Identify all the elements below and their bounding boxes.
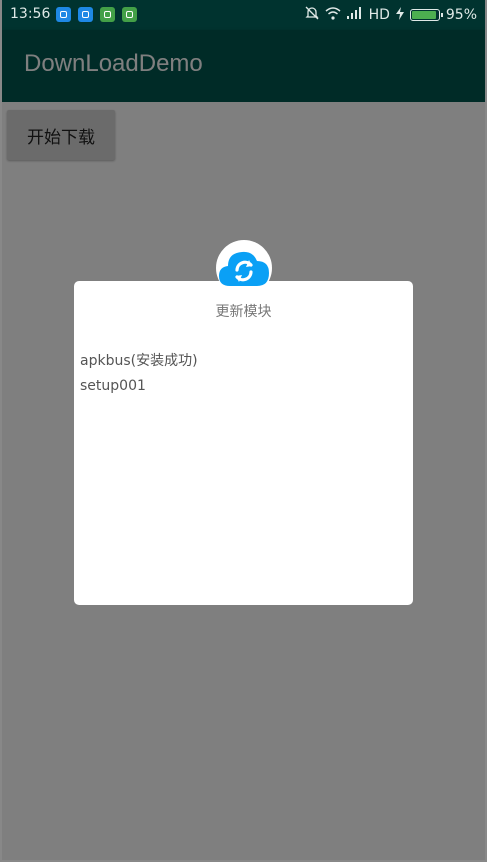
network-type: HD bbox=[368, 7, 390, 23]
list-item: apkbus(安装成功) bbox=[80, 353, 198, 369]
battery-icon bbox=[409, 9, 443, 21]
charging-icon bbox=[395, 6, 404, 24]
usb-icon bbox=[56, 7, 71, 22]
mute-icon bbox=[304, 6, 319, 24]
dialog-title: 更新模块 bbox=[215, 304, 272, 320]
list-item: setup001 bbox=[80, 378, 146, 394]
wifi-icon bbox=[325, 6, 341, 24]
update-dialog: 更新模块 apkbus(安装成功) setup001 bbox=[74, 281, 413, 605]
notification-icons bbox=[56, 7, 137, 22]
app-icon bbox=[78, 7, 93, 22]
status-time: 13:56 bbox=[10, 6, 51, 22]
dialog-list: apkbus(安装成功) setup001 bbox=[80, 349, 198, 399]
signal-icon bbox=[346, 7, 363, 23]
android-icon bbox=[122, 7, 137, 22]
phone-screen: 13:56 HD 95% DownLoadDemo bbox=[2, 0, 485, 860]
android-icon bbox=[100, 7, 115, 22]
cloud-sync-icon bbox=[216, 240, 272, 296]
status-bar: 13:56 HD 95% bbox=[2, 0, 485, 30]
battery-percent: 95% bbox=[445, 7, 477, 23]
status-right: HD 95% bbox=[304, 6, 477, 24]
